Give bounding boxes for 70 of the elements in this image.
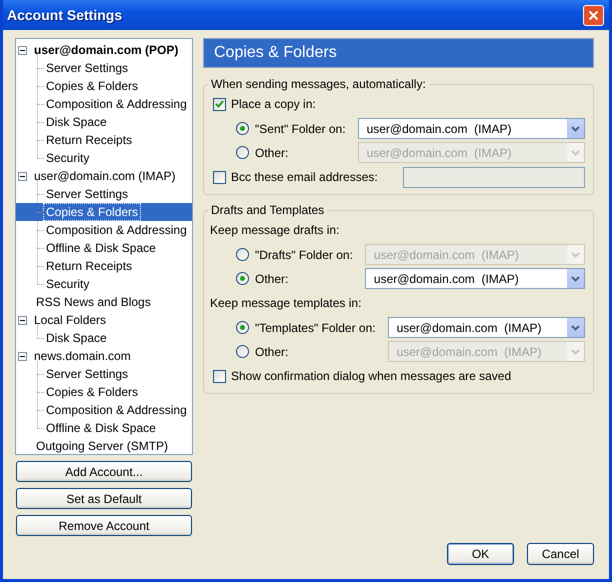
dialog-button[interactable]: OK	[447, 543, 514, 565]
caret-icon	[571, 150, 580, 156]
caret-icon	[571, 252, 580, 258]
tree-item[interactable]: news.domain.com	[16, 347, 192, 365]
tree-item[interactable]: Offline & Disk Space	[16, 419, 192, 437]
account-button[interactable]: Remove Account	[16, 515, 192, 536]
account-label: Local Folders	[33, 312, 108, 328]
collapse-icon[interactable]	[18, 172, 27, 180]
radio-label: Other:	[255, 344, 288, 358]
window-title: Account Settings	[7, 7, 122, 23]
tree-item[interactable]: Copies & Folders	[16, 77, 192, 95]
collapse-icon[interactable]	[18, 316, 27, 324]
tree-item[interactable]: Return Receipts	[16, 257, 192, 275]
checkbox-label: Show confirmation dialog when messages are saved	[231, 369, 512, 383]
account-label: user@domain.com (POP)	[33, 42, 180, 58]
checkbox-label: Bcc these email addresses:	[231, 170, 378, 184]
collapse-icon[interactable]	[18, 46, 27, 54]
tree-item[interactable]: Composition & Addressing	[16, 221, 192, 239]
tree-item[interactable]: user@domain.com (POP)	[16, 41, 192, 59]
group-label: Keep message drafts in:	[210, 223, 340, 237]
tree-item[interactable]: Offline & Disk Space	[16, 239, 192, 257]
radio-label: "Templates" Folder on:	[255, 320, 376, 334]
tree-item[interactable]: Local Folders	[16, 311, 192, 329]
tree-item[interactable]: Server Settings	[16, 365, 192, 383]
account-label: news.domain.com	[33, 348, 132, 364]
radio-button[interactable]	[236, 272, 249, 285]
caret-icon	[571, 324, 580, 330]
panel-header: Copies & Folders	[203, 38, 594, 68]
checkbox-label: Place a copy in:	[231, 97, 316, 111]
tree-item[interactable]: Disk Space	[16, 113, 192, 131]
folder-dropdown[interactable]: user@domain.com (IMAP)	[358, 118, 585, 139]
tree-item[interactable]: RSS News and Blogs	[16, 293, 192, 311]
account-label: user@domain.com (IMAP)	[33, 168, 177, 184]
account-button[interactable]: Add Account...	[16, 461, 192, 482]
tree-item[interactable]: Copies & Folders	[16, 203, 192, 221]
caret-icon	[571, 348, 580, 354]
tree-item[interactable]: Security	[16, 149, 192, 167]
tree-item[interactable]: user@domain.com (IMAP)	[16, 167, 192, 185]
folder-dropdown[interactable]: user@domain.com (IMAP)	[388, 317, 585, 338]
dialog-button[interactable]: Cancel	[527, 543, 594, 565]
radio-button[interactable]	[236, 321, 249, 334]
tree-item[interactable]: Security	[16, 275, 192, 293]
account-label: RSS News and Blogs	[35, 294, 152, 310]
radio-label: "Sent" Folder on:	[255, 122, 346, 136]
close-button[interactable]	[583, 4, 604, 26]
tree-item[interactable]: Server Settings	[16, 185, 192, 203]
tree-item[interactable]: Disk Space	[16, 329, 192, 347]
account-label: Outgoing Server (SMTP)	[35, 438, 170, 454]
group-legend: Drafts and Templates	[208, 203, 328, 217]
close-icon	[588, 10, 599, 20]
tree-item[interactable]: Copies & Folders	[16, 383, 192, 401]
collapse-icon[interactable]	[18, 352, 27, 360]
group-label: Keep message templates in:	[210, 296, 362, 310]
radio-label: Other:	[255, 146, 288, 160]
tree-item[interactable]: Composition & Addressing	[16, 401, 192, 419]
checkbox[interactable]	[213, 370, 226, 382]
tree-item[interactable]: Server Settings	[16, 59, 192, 77]
tree-item[interactable]: Outgoing Server (SMTP)	[16, 437, 192, 455]
radio-label: "Drafts" Folder on:	[255, 248, 353, 262]
account-button[interactable]: Set as Default	[16, 488, 192, 509]
caret-icon	[571, 126, 580, 132]
tree-item[interactable]: Return Receipts	[16, 131, 192, 149]
group-legend: When sending messages, automatically:	[208, 77, 429, 91]
caret-icon	[571, 276, 580, 282]
folder-dropdown[interactable]: user@domain.com (IMAP)	[364, 268, 585, 289]
tree-item[interactable]: Composition & Addressing	[16, 95, 192, 113]
radio-button[interactable]	[236, 122, 249, 135]
checkmark-icon	[215, 100, 224, 108]
radio-label: Other:	[255, 272, 288, 286]
checkbox[interactable]	[213, 98, 226, 110]
